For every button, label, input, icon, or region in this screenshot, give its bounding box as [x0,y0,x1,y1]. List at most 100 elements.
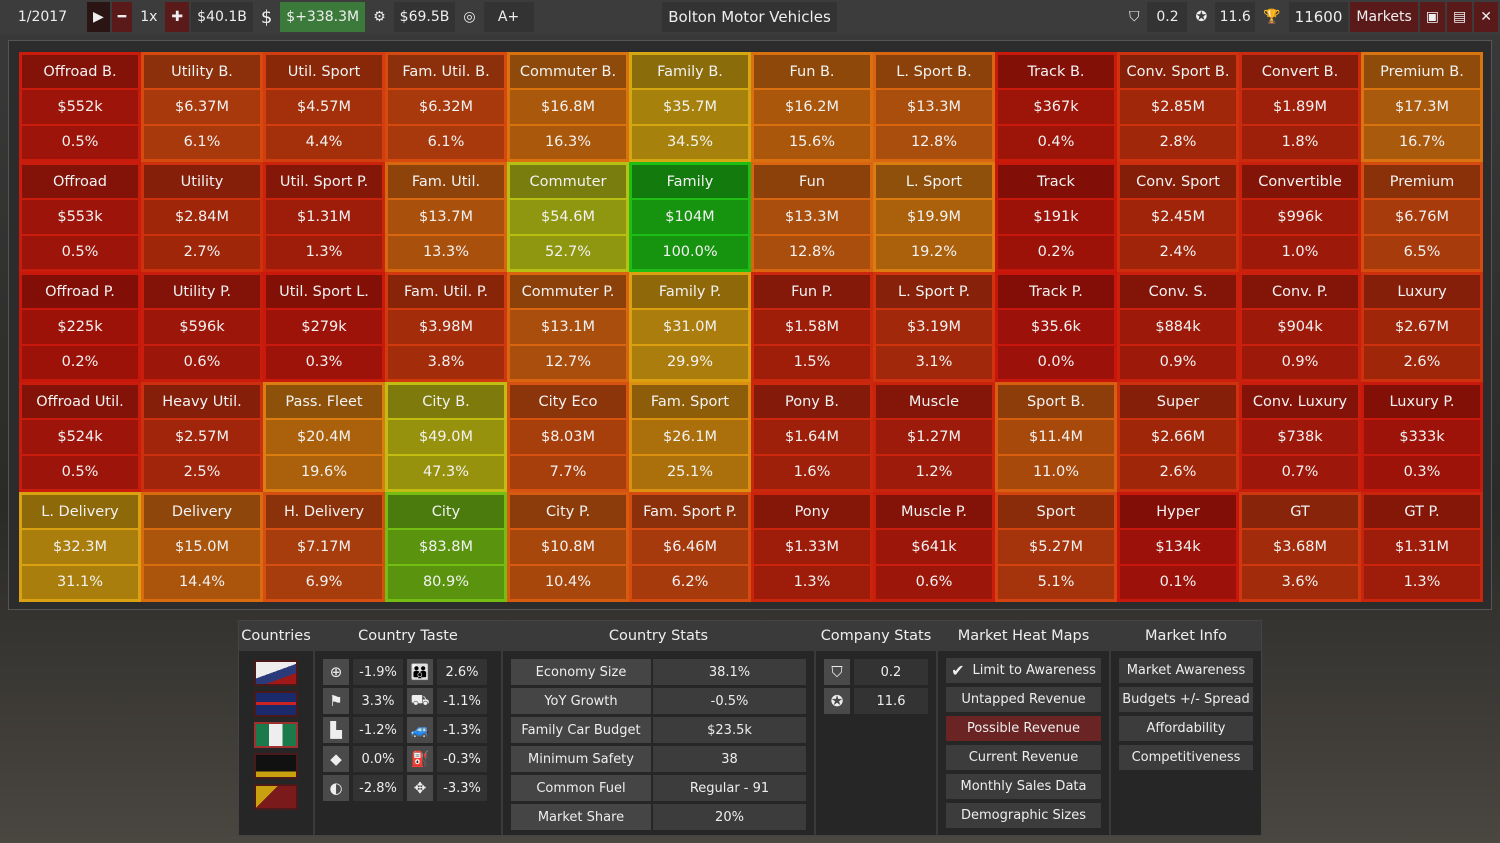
market-cell[interactable]: Track B. $367k 0.4% [995,52,1117,162]
country-flag-selected[interactable] [254,722,298,748]
market-cell[interactable]: Fun B. $16.2M 15.6% [751,52,873,162]
market-cell[interactable]: Premium $6.76M 6.5% [1361,162,1483,272]
market-cell[interactable]: Luxury $2.67M 2.6% [1361,272,1483,382]
market-cell[interactable]: Utility B. $6.37M 6.1% [141,52,263,162]
close-icon[interactable]: ✕ [1474,2,1498,32]
market-cell[interactable]: L. Sport P. $3.19M 3.1% [873,272,995,382]
market-name: Family [632,165,748,199]
market-cell[interactable]: Pass. Fleet $20.4M 19.6% [263,382,385,492]
market-revenue: $279k [266,310,382,344]
save-icon[interactable]: ▣ [1419,2,1446,32]
market-cell[interactable]: Fam. Sport P. $6.46M 6.2% [629,492,751,602]
heat-map-option[interactable]: ✔ Limit to Awareness [946,658,1101,683]
coin-icon: ◎ [457,2,482,32]
market-cell[interactable]: Track P. $35.6k 0.0% [995,272,1117,382]
market-cell[interactable]: Conv. Sport B. $2.85M 2.8% [1117,52,1239,162]
market-cell[interactable]: GT P. $1.31M 1.3% [1361,492,1483,602]
stat-value: 20% [653,804,806,830]
market-cell[interactable]: Family $104M 100.0% [629,162,751,272]
country-stat-row: Minimum Safety 38 [511,746,806,772]
heat-map-option[interactable]: Current Revenue [946,745,1101,770]
market-cell[interactable]: Fam. Util. $13.7M 13.3% [385,162,507,272]
market-info-option[interactable]: Competitiveness [1119,745,1253,770]
stat-value: Regular - 91 [653,775,806,801]
market-cell[interactable]: Conv. P. $904k 0.9% [1239,272,1361,382]
country-flag[interactable] [254,784,298,810]
market-cell[interactable]: Track $191k 0.2% [995,162,1117,272]
market-cell[interactable]: Offroad P. $225k 0.2% [19,272,141,382]
heat-map-option[interactable]: Demographic Sizes [946,803,1101,828]
market-cell[interactable]: Commuter B. $16.8M 16.3% [507,52,629,162]
market-cell[interactable]: Util. Sport L. $279k 0.3% [263,272,385,382]
heat-map-option[interactable]: Untapped Revenue [946,687,1101,712]
market-cell[interactable]: Family B. $35.7M 34.5% [629,52,751,162]
market-cell[interactable]: Offroad Util. $524k 0.5% [19,382,141,492]
layout-icon[interactable]: ▤ [1447,2,1473,32]
market-cell[interactable]: Utility $2.84M 2.7% [141,162,263,272]
market-cell[interactable]: Offroad B. $552k 0.5% [19,52,141,162]
market-cell[interactable]: GT $3.68M 3.6% [1239,492,1361,602]
market-name: Conv. Luxury [1242,385,1358,419]
market-cell[interactable]: Util. Sport $4.57M 4.4% [263,52,385,162]
market-percent: 12.8% [754,235,870,269]
slower-button[interactable]: ━ [111,2,133,32]
market-cell[interactable]: H. Delivery $7.17M 6.9% [263,492,385,602]
market-cell[interactable]: Pony B. $1.64M 1.6% [751,382,873,492]
market-cell[interactable]: City $83.8M 80.9% [385,492,507,602]
market-cell[interactable]: Conv. Sport $2.45M 2.4% [1117,162,1239,272]
star-icon: ✪ [824,688,850,714]
country-flag[interactable] [254,660,298,686]
market-cell[interactable]: Commuter P. $13.1M 12.7% [507,272,629,382]
market-revenue: $1.64M [754,420,870,454]
market-cell[interactable]: Premium B. $17.3M 16.7% [1361,52,1483,162]
market-name: Family B. [632,55,748,89]
date: 1/2017 [0,2,85,32]
market-cell[interactable]: Heavy Util. $2.57M 2.5% [141,382,263,492]
market-cell[interactable]: Pony $1.33M 1.3% [751,492,873,602]
market-cell[interactable]: Fam. Util. B. $6.32M 6.1% [385,52,507,162]
market-cell[interactable]: L. Sport B. $13.3M 12.8% [873,52,995,162]
market-cell[interactable]: Super $2.66M 2.6% [1117,382,1239,492]
market-cell[interactable]: Fun P. $1.58M 1.5% [751,272,873,382]
checkbox-checked-icon[interactable]: ✔ [951,661,964,680]
market-cell[interactable]: Convertible $996k 1.0% [1239,162,1361,272]
market-cell[interactable]: Sport B. $11.4M 11.0% [995,382,1117,492]
market-cell[interactable]: Convert B. $1.89M 1.8% [1239,52,1361,162]
market-cell[interactable]: L. Delivery $32.3M 31.1% [19,492,141,602]
market-cell[interactable]: Fam. Util. P. $3.98M 3.8% [385,272,507,382]
heat-map-option[interactable]: Monthly Sales Data [946,774,1101,799]
market-cell[interactable]: Conv. S. $884k 0.9% [1117,272,1239,382]
faster-button[interactable]: ✚ [165,2,190,32]
market-cell[interactable]: Conv. Luxury $738k 0.7% [1239,382,1361,492]
market-cell[interactable]: City Eco $8.03M 7.7% [507,382,629,492]
market-cell[interactable]: Muscle P. $641k 0.6% [873,492,995,602]
markets-button[interactable]: Markets [1350,2,1418,32]
market-cell[interactable]: L. Sport $19.9M 19.2% [873,162,995,272]
play-button[interactable]: ▶ [87,2,110,32]
market-cell[interactable]: Muscle $1.27M 1.2% [873,382,995,492]
market-info-option[interactable]: Market Awareness [1119,658,1253,683]
market-cell[interactable]: Fam. Sport $26.1M 25.1% [629,382,751,492]
heat-map-option[interactable]: Possible Revenue [946,716,1101,741]
market-cell[interactable]: Fun $13.3M 12.8% [751,162,873,272]
market-cell[interactable]: Luxury P. $333k 0.3% [1361,382,1483,492]
market-name: Commuter P. [510,275,626,309]
dollar-icon[interactable]: $ [254,2,279,32]
country-flag[interactable] [254,691,298,717]
market-cell[interactable]: Hyper $134k 0.1% [1117,492,1239,602]
market-cell[interactable]: Commuter $54.6M 52.7% [507,162,629,272]
market-cell[interactable]: Family P. $31.0M 29.9% [629,272,751,382]
market-info-option[interactable]: Affordability [1119,716,1253,741]
market-cell[interactable]: Utility P. $596k 0.6% [141,272,263,382]
market-info-panel: Market Info Market Awareness Budgets +/- … [1111,621,1261,835]
market-info-option[interactable]: Budgets +/- Spread [1119,687,1253,712]
market-cell[interactable]: City P. $10.8M 10.4% [507,492,629,602]
market-cell[interactable]: City B. $49.0M 47.3% [385,382,507,492]
market-cell[interactable]: Delivery $15.0M 14.4% [141,492,263,602]
safety-icon: ◐ [323,775,349,801]
taste-value: 3.3% [353,688,403,714]
market-cell[interactable]: Util. Sport P. $1.31M 1.3% [263,162,385,272]
country-flag[interactable] [254,753,298,779]
market-cell[interactable]: Offroad $553k 0.5% [19,162,141,272]
market-cell[interactable]: Sport $5.27M 5.1% [995,492,1117,602]
